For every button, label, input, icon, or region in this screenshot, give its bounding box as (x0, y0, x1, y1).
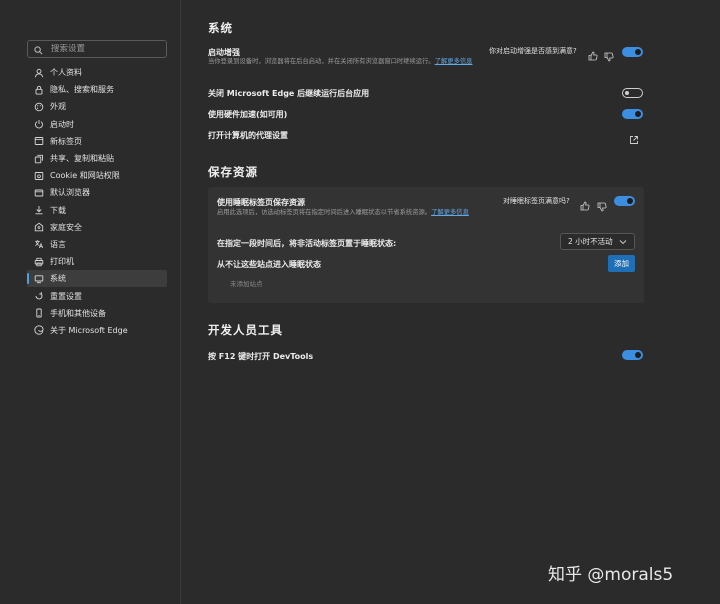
settings-sidebar: 个人资料隐私、搜索和服务外观启动时新标签页共享、复制和粘贴 Cookie 和网站权… (0, 0, 181, 604)
phone-icon (34, 308, 44, 318)
sidebar-item-label: 下载 (50, 205, 66, 215)
sidebar-item-11[interactable]: 打印机 (27, 253, 167, 270)
thumbs-up-icon[interactable] (580, 196, 590, 211)
startup-boost-learn-more-link[interactable]: 了解更多信息 (435, 58, 473, 65)
settings-main: 系统 启动增强 当你登录到设备时，浏览器将在后台启动，并在关闭所有浏览器窗口时继… (181, 0, 720, 604)
devtools-section-title: 开发人员工具 (208, 323, 283, 337)
sidebar-item-7[interactable]: 默认浏览器 (27, 184, 167, 201)
sidebar-item-label: 重置设置 (50, 291, 82, 301)
sleep-after-select[interactable]: 2 小时不活动 (560, 233, 635, 250)
sidebar-item-9[interactable]: 家庭安全 (27, 219, 167, 236)
new-tab-icon (34, 136, 44, 146)
background-apps-toggle[interactable] (622, 88, 643, 98)
f12-devtools-label: 按 F12 键时打开 DevTools (208, 352, 314, 361)
sidebar-item-3[interactable]: 启动时 (27, 116, 167, 133)
resources-section-title: 保存资源 (208, 165, 258, 179)
reset-icon (34, 291, 44, 301)
family-icon (34, 222, 44, 232)
sidebar-item-1[interactable]: 隐私、搜索和服务 (27, 81, 167, 98)
startup-boost-toggle[interactable] (622, 47, 643, 57)
no-sites-note: 未添加站点 (230, 280, 263, 288)
sidebar-item-10[interactable]: 语言 (27, 236, 167, 253)
download-icon (34, 205, 44, 215)
site-permissions-icon (34, 171, 44, 181)
startup-boost-feedback-question: 你对启动增强是否感到满意? (489, 47, 577, 55)
sidebar-item-12[interactable]: 系统 (27, 270, 167, 288)
sleep-after-label: 在指定一段时间后，将非活动标签页置于睡眠状态: (217, 239, 397, 248)
sidebar-item-label: 手机和其他设备 (50, 308, 106, 318)
sidebar-item-13[interactable]: 重置设置 (27, 287, 167, 304)
sidebar-item-15[interactable]: 关于 Microsoft Edge (27, 322, 167, 339)
edge-icon (34, 325, 44, 336)
sleep-after-value: 2 小时不活动 (568, 237, 613, 246)
sleeping-tabs-feedback-question: 对睡眠标签页满意吗? (503, 197, 570, 205)
add-site-button[interactable]: 添加 (608, 255, 635, 272)
sidebar-item-6[interactable]: Cookie 和网站权限 (27, 167, 167, 184)
thumbs-up-icon[interactable] (588, 46, 598, 61)
sleeping-tabs-desc-text: 启用此选项后，访选动标签页将在指定时间后进入睡眠状态以节省系统资源。 (217, 209, 432, 216)
sleeping-tabs-card: 使用睡眠标签页保存资源 启用此选项后，访选动标签页将在指定时间后进入睡眠状态以节… (208, 187, 644, 303)
power-icon (34, 119, 44, 129)
search-box[interactable] (27, 40, 167, 58)
sidebar-item-label: 语言 (50, 239, 66, 249)
never-sleep-label: 从不让这些站点进入睡眠状态 (217, 260, 321, 269)
sidebar-item-5[interactable]: 共享、复制和粘贴 (27, 150, 167, 167)
sidebar-item-label: 共享、复制和粘贴 (50, 154, 114, 164)
share-icon (34, 154, 44, 164)
sidebar-item-8[interactable]: 下载 (27, 202, 167, 219)
system-section-title: 系统 (208, 21, 233, 35)
sidebar-item-label: 默认浏览器 (50, 188, 90, 198)
system-icon (34, 274, 44, 284)
sidebar-item-label: 启动时 (50, 119, 74, 129)
sleeping-tabs-desc: 启用此选项后，访选动标签页将在指定时间后进入睡眠状态以节省系统资源。了解更多信息 (217, 209, 537, 217)
background-apps-label: 关闭 Microsoft Edge 后继续运行后台应用 (208, 89, 370, 98)
lock-icon (34, 85, 44, 95)
language-icon (34, 239, 44, 249)
watermark-text: 知乎 @morals5 (548, 565, 674, 585)
sleeping-tabs-toggle[interactable] (614, 196, 635, 206)
sidebar-item-label: 家庭安全 (50, 222, 82, 232)
settings-nav: 个人资料隐私、搜索和服务 外观启动时新标签页共享、复制和粘贴 Cookie 和网站权… (27, 64, 167, 339)
sidebar-item-label: 打印机 (50, 257, 74, 267)
hardware-accel-label: 使用硬件加速(如可用) (208, 110, 288, 119)
startup-boost-desc: 当你登录到设备时，浏览器将在后台启动，并在关闭所有浏览器窗口时继续运行。了解更多… (208, 58, 488, 66)
appearance-icon (34, 102, 44, 112)
person-icon (34, 68, 44, 78)
chevron-down-icon (619, 238, 627, 246)
hardware-accel-toggle[interactable] (622, 109, 643, 119)
browser-icon (34, 188, 44, 198)
sidebar-item-label: 关于 Microsoft Edge (50, 325, 128, 335)
sidebar-item-label: 系统 (50, 274, 66, 284)
sidebar-item-label: 外观 (50, 102, 66, 112)
sidebar-item-label: 个人资料 (50, 68, 82, 78)
sidebar-item-0[interactable]: 个人资料 (27, 64, 167, 81)
sidebar-item-label: 新标签页 (50, 136, 82, 146)
search-input[interactable] (51, 44, 161, 54)
startup-boost-desc-text: 当你登录到设备时，浏览器将在后台启动，并在关闭所有浏览器窗口时继续运行。 (208, 58, 435, 65)
proxy-settings-label: 打开计算机的代理设置 (208, 131, 288, 140)
sidebar-item-14[interactable]: 手机和其他设备 (27, 305, 167, 322)
sidebar-item-4[interactable]: 新标签页 (27, 133, 167, 150)
sidebar-item-2[interactable]: 外观 (27, 98, 167, 115)
search-icon (34, 40, 43, 59)
sidebar-item-label: Cookie 和网站权限 (50, 171, 120, 181)
sidebar-item-label: 隐私、搜索和服务 (50, 85, 114, 95)
f12-devtools-toggle[interactable] (622, 350, 643, 360)
sleeping-tabs-label: 使用睡眠标签页保存资源 (217, 198, 305, 207)
sleeping-tabs-learn-more-link[interactable]: 了解更多信息 (431, 209, 469, 216)
external-link-icon[interactable] (629, 130, 639, 144)
printer-icon (34, 257, 44, 267)
startup-boost-label: 启动增强 (208, 48, 240, 57)
thumbs-down-icon[interactable] (597, 197, 607, 212)
thumbs-down-icon[interactable] (604, 47, 614, 62)
